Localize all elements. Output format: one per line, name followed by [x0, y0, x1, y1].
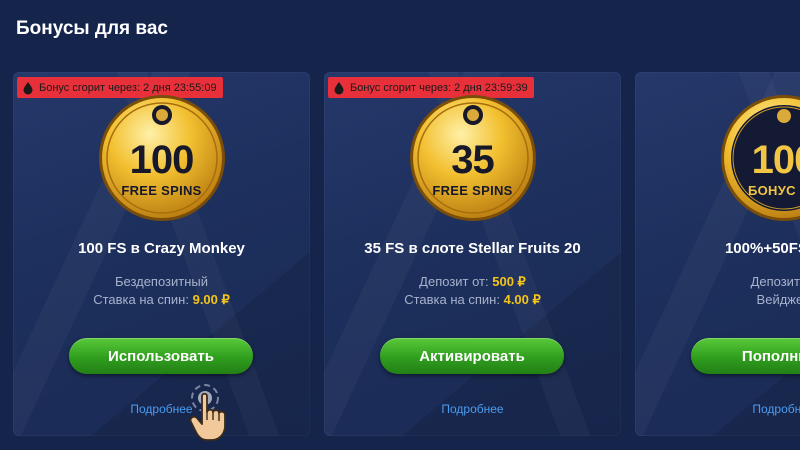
- coin-subtitle: FREE SPINS: [432, 183, 513, 198]
- coin-amount: 100: [129, 138, 195, 182]
- bonus-detail-deposit: Бездепозитный: [13, 274, 310, 289]
- bonus-detail-wager: Вейджер: [635, 292, 800, 307]
- detail-value: 500 ₽: [492, 274, 526, 289]
- detail-label: Бездепозитный: [114, 274, 209, 289]
- activate-bonus-button[interactable]: Активировать: [380, 338, 564, 374]
- detail-label: Ставка на спин:: [404, 292, 500, 307]
- detail-label: Депозит от:: [419, 274, 489, 289]
- bonus-detail-deposit: Депозит от: 500 ₽: [324, 274, 621, 290]
- more-details-link[interactable]: Подробнее: [635, 402, 800, 416]
- coin-subtitle: БОНУС + 5: [747, 183, 800, 198]
- bonus-title: 100 FS в Crazy Monkey: [78, 240, 245, 257]
- detail-label: Депозит от: [750, 274, 800, 289]
- bonus-coin: 100 FREE SPINS: [98, 94, 226, 222]
- bonus-coin: 100 БОНУС + 5: [720, 94, 800, 222]
- fire-drop-icon: [334, 81, 344, 94]
- bonus-title: 35 FS в слоте Stellar Fruits 20: [364, 240, 581, 257]
- coin-amount: 35: [451, 138, 495, 182]
- fire-drop-icon: [23, 81, 33, 94]
- bonus-cards-carousel: Бонус сгорит через: 2 дня 23:55:09 100 F: [13, 72, 800, 438]
- bonus-coin: 35 FREE SPINS: [409, 94, 537, 222]
- bonus-detail-deposit: Депозит от: [635, 274, 800, 289]
- coin-amount: 100: [751, 138, 800, 182]
- detail-label: Вейджер: [756, 292, 800, 307]
- use-bonus-button[interactable]: Использовать: [69, 338, 253, 374]
- bonus-card-stellar-fruits: Бонус сгорит через: 2 дня 23:59:39 35 FR: [324, 72, 621, 436]
- tap-hand-cursor-icon: [189, 384, 226, 441]
- more-details-link[interactable]: Подробнее: [324, 402, 621, 416]
- expiry-timer-text: Бонус сгорит через: 2 дня 23:55:09: [39, 81, 217, 94]
- bonus-title: 100%+50FS на 1: [724, 240, 800, 257]
- coin-subtitle: FREE SPINS: [121, 183, 202, 198]
- top-up-button[interactable]: Пополнить: [691, 338, 800, 374]
- bonus-card-crazy-monkey: Бонус сгорит через: 2 дня 23:55:09 100 F: [13, 72, 310, 436]
- bonus-detail-bet: Ставка на спин: 9.00 ₽: [13, 292, 310, 308]
- expiry-timer-text: Бонус сгорит через: 2 дня 23:59:39: [350, 81, 528, 94]
- more-details-link[interactable]: Подробнее: [13, 402, 310, 416]
- bonus-detail-bet: Ставка на спин: 4.00 ₽: [324, 292, 621, 308]
- detail-value: 9.00 ₽: [192, 292, 230, 307]
- page-title: Бонусы для вас: [16, 18, 168, 39]
- detail-label: Ставка на спин:: [93, 292, 189, 307]
- detail-value: 4.00 ₽: [503, 292, 541, 307]
- bonus-card-deposit-match: 100 БОНУС + 5 100%+50FS на 1 Депозит от …: [635, 72, 800, 436]
